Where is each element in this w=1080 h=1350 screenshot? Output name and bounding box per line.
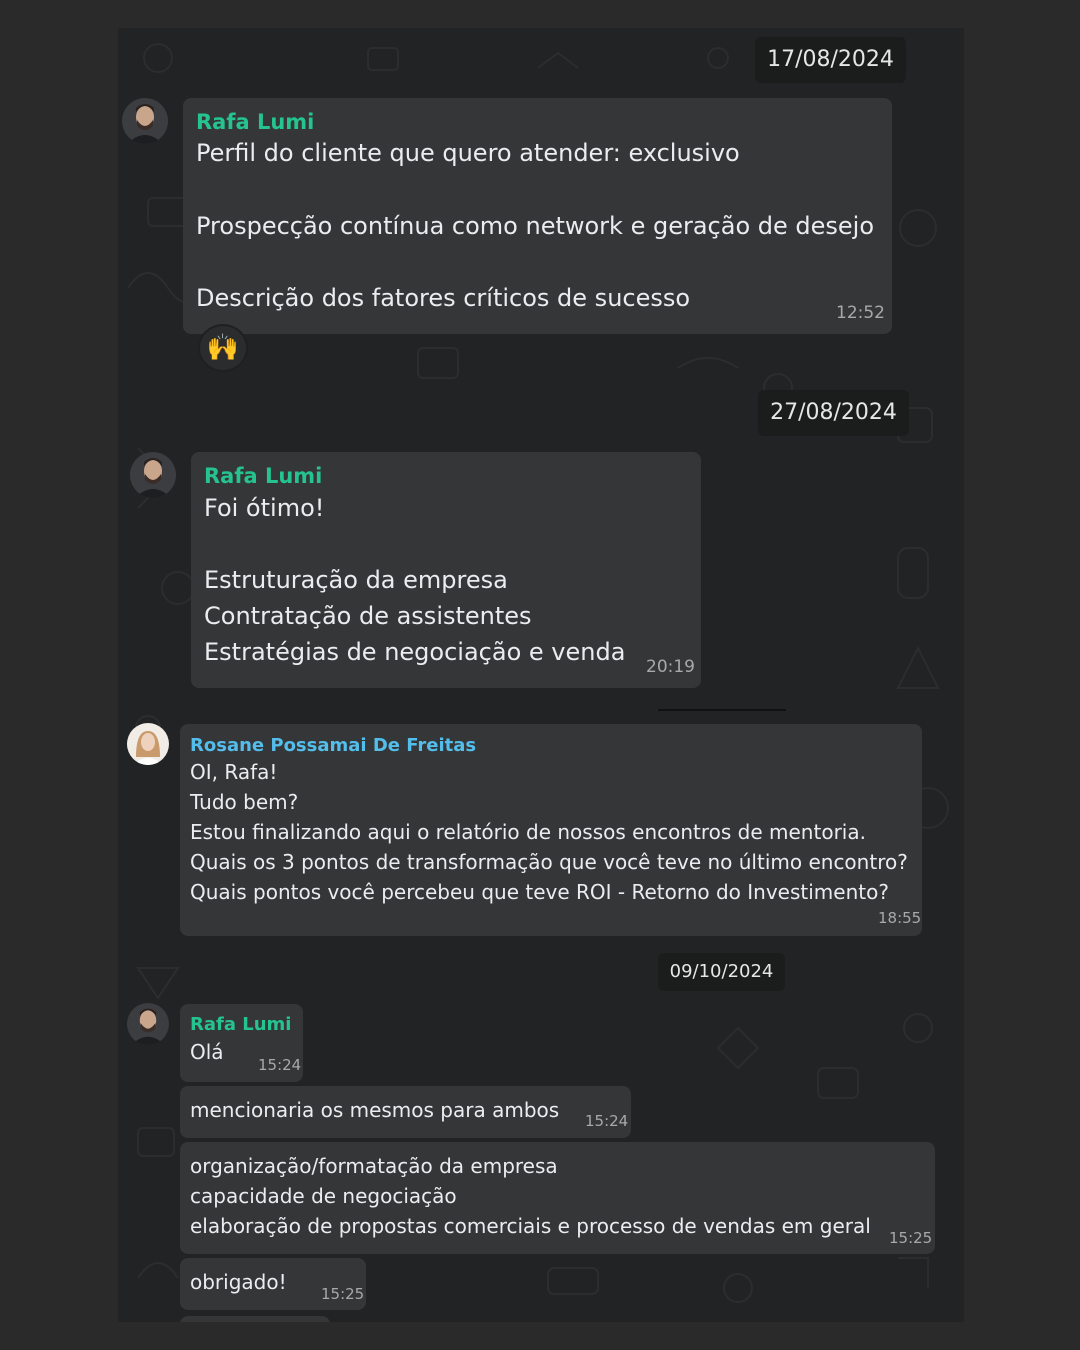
message-text: elaboração de propostas comerciais e pro… bbox=[190, 1214, 871, 1238]
message-text: organização/formatação da empresa bbox=[190, 1154, 558, 1178]
sender-name[interactable]: Rafa Lumi bbox=[196, 110, 314, 134]
date-separator: 09/10/2024 bbox=[658, 953, 785, 991]
message-text: obrigado! bbox=[190, 1270, 287, 1294]
message-text: Estratégias de negociação e venda bbox=[204, 638, 626, 666]
avatar[interactable] bbox=[127, 1003, 169, 1045]
sender-name[interactable]: Rafa Lumi bbox=[204, 464, 322, 488]
sender-name[interactable]: Rafa Lumi bbox=[190, 1014, 291, 1035]
avatar-photo-icon bbox=[122, 98, 168, 144]
message-bubble[interactable]: mencionaria os mesmos para ambos 15:24 bbox=[180, 1086, 631, 1138]
message-time: 12:52 bbox=[836, 303, 885, 323]
message-time: 15:25 bbox=[321, 1285, 365, 1303]
avatar-photo-icon bbox=[130, 452, 176, 498]
message-text: Prospecção contínua como network e geraç… bbox=[196, 212, 875, 240]
message-text: Perfil do cliente que quero atender: exc… bbox=[196, 139, 740, 167]
message-bubble[interactable]: Rafa Lumi Perfil do cliente que quero at… bbox=[183, 98, 892, 334]
avatar-photo-icon bbox=[127, 1003, 169, 1045]
message-text: Estruturação da empresa bbox=[204, 566, 508, 594]
avatar[interactable] bbox=[122, 98, 168, 144]
message-text: OI, Rafa! bbox=[190, 760, 278, 784]
message-bubble[interactable]: Rafa Lumi Foi ótimo! Estruturação da emp… bbox=[191, 452, 701, 688]
date-label: 17/08/2024 bbox=[767, 47, 894, 72]
message-time: 20:19 bbox=[646, 657, 695, 677]
message-bubble[interactable]: organização/formatação da empresa capaci… bbox=[180, 1142, 935, 1254]
message-text: Contratação de assistentes bbox=[204, 602, 532, 630]
message-text: Quais os 3 pontos de transformação que v… bbox=[190, 850, 908, 874]
avatar[interactable] bbox=[127, 723, 169, 765]
reaction-badge[interactable]: 🙌 bbox=[198, 324, 248, 372]
message-text: mencionaria os mesmos para ambos bbox=[190, 1098, 560, 1122]
message-text: Tudo bem? bbox=[190, 790, 299, 814]
date-separator: 27/08/2024 bbox=[758, 390, 909, 436]
message-text: capacidade de negociação bbox=[190, 1184, 457, 1208]
date-separator: 17/08/2024 bbox=[755, 37, 906, 83]
message-bubble[interactable]: Rafa Lumi Olá 15:24 bbox=[180, 1004, 303, 1082]
message-text: Descrição dos fatores críticos de sucess… bbox=[196, 284, 691, 312]
raising-hands-icon: 🙌 bbox=[206, 333, 240, 363]
message-bubble[interactable]: Rosane Possamai De Freitas OI, Rafa! Tud… bbox=[180, 724, 922, 936]
divider bbox=[658, 709, 786, 711]
message-time: 15:25 bbox=[889, 1229, 933, 1247]
avatar-photo-icon bbox=[127, 723, 169, 765]
message-text: Foi ótimo! bbox=[204, 494, 325, 522]
date-label: 27/08/2024 bbox=[770, 400, 897, 425]
message-time: 15:24 bbox=[585, 1112, 629, 1130]
date-label: 09/10/2024 bbox=[669, 961, 774, 982]
avatar[interactable] bbox=[130, 452, 176, 498]
message-bubble[interactable]: obrigado! 15:25 bbox=[180, 1258, 366, 1310]
message-text: Olá bbox=[190, 1040, 224, 1064]
message-text: Estou finalizando aqui o relatório de no… bbox=[190, 820, 866, 844]
message-bubble-partial[interactable] bbox=[180, 1316, 330, 1322]
sender-name[interactable]: Rosane Possamai De Freitas bbox=[190, 735, 476, 756]
message-time: 15:24 bbox=[258, 1056, 302, 1074]
chat-panel[interactable]: 17/08/2024 Rafa Lumi Perfil do cliente q… bbox=[118, 28, 964, 1322]
message-time: 18:55 bbox=[878, 909, 922, 927]
message-text: Quais pontos você percebeu que teve ROI … bbox=[190, 880, 889, 904]
